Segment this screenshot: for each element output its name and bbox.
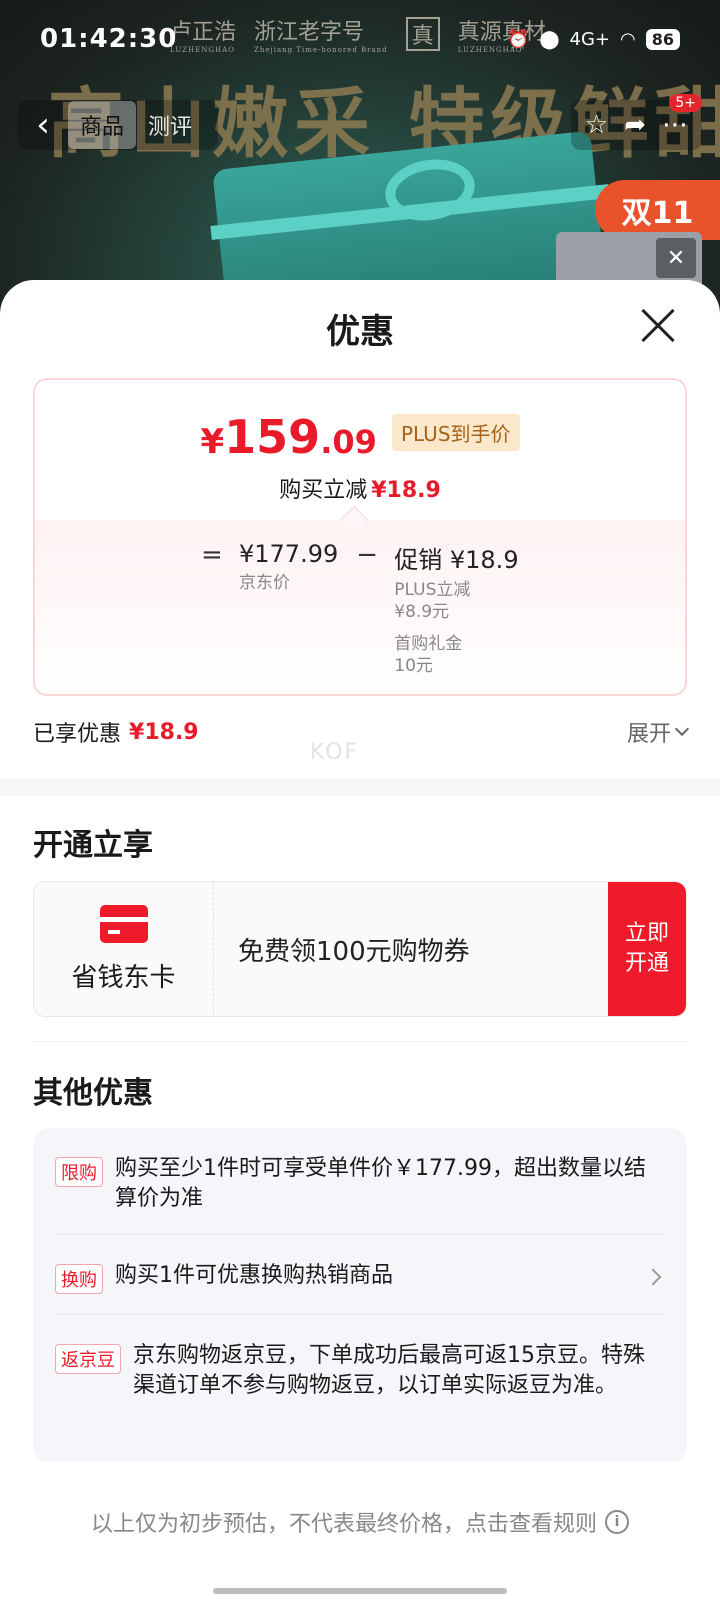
plus-price-tag: PLUS到手价 xyxy=(391,414,520,451)
list-item: 返京豆 京东购物返京豆，下单成功后最高可返15京豆。特殊渠道订单不参与购物返豆，… xyxy=(55,1315,665,1421)
more-icon[interactable]: ⋯ xyxy=(662,110,688,140)
card-offer-text: 免费领100元购物券 xyxy=(238,936,470,967)
membership-offer-card[interactable]: 省钱东卡 免费领100元购物券 立即开通 xyxy=(33,881,687,1017)
tab-product[interactable]: 商品 xyxy=(68,101,137,149)
signal-icon: 4G+ xyxy=(569,28,611,50)
price-card: ¥ 159 .09 PLUS到手价 购买立减 ¥18.9 = ¥177.99 京东… xyxy=(33,378,687,696)
home-indicator[interactable] xyxy=(213,1588,507,1594)
promo-amount: 促销 ¥18.9 xyxy=(394,546,519,574)
equals-sign: = xyxy=(201,540,223,570)
watermark: KOF xyxy=(310,740,360,765)
promo-item: 首购礼金 10元 xyxy=(394,634,463,676)
promo-column: 促销 ¥18.9 PLUS立减 ¥8.9元 首购礼金 10元 xyxy=(394,540,518,677)
status-icons: ⏰ ⬤ 4G+ ◠ 86 xyxy=(506,28,680,50)
card-icon xyxy=(99,904,148,943)
offer-text: 购买1件可优惠换购热销商品 xyxy=(115,1263,393,1288)
tab-review[interactable]: 测评 xyxy=(136,101,204,149)
jd-price: ¥177.99 xyxy=(239,540,339,568)
discount-sheet: 优惠 ¥ 159 .09 PLUS到手价 购买立减 ¥18.9 = ¥177.99 xyxy=(0,280,720,1600)
other-offers-list: 限购 购买至少1件时可享受单件价￥177.99，超出数量以结算价为准 换购 购买… xyxy=(33,1128,687,1462)
final-price: ¥ 159 .09 xyxy=(200,410,377,464)
nav-tabs: 商品 测评 xyxy=(68,100,219,150)
instant-discount: 购买立减 ¥18.9 xyxy=(279,478,441,503)
divider-line xyxy=(33,1041,687,1042)
status-time: 01:42:30 xyxy=(40,24,178,54)
share-icon[interactable]: ➦ xyxy=(624,110,646,140)
enjoyed-value: ¥18.9 xyxy=(129,719,199,745)
expand-button[interactable]: 展开 xyxy=(627,716,690,748)
jd-price-label: 京东价 xyxy=(239,573,290,593)
close-icon[interactable] xyxy=(636,304,680,348)
offer-text: 京东购物返京豆，下单成功后最高可返15京豆。特殊渠道订单不参与购物返豆，以订单实… xyxy=(133,1343,645,1398)
price-breakdown: = ¥177.99 京东价 − 促销 ¥18.9 PLUS立减 ¥8.9元 首购… xyxy=(35,505,685,694)
open-now-button[interactable]: 立即开通 xyxy=(608,882,686,1016)
rules-link[interactable]: 以上仅为初步预估，不代表最终价格，点击查看规则 i xyxy=(0,1506,720,1538)
other-section-title: 其他优惠 xyxy=(33,1076,153,1111)
offer-tag: 限购 xyxy=(55,1157,103,1187)
location-icon: ⬤ xyxy=(539,28,560,50)
chevron-down-icon xyxy=(674,721,690,737)
chevron-right-icon[interactable] xyxy=(644,1268,662,1286)
offer-tag: 返京豆 xyxy=(55,1344,121,1374)
final-price-section: ¥ 159 .09 PLUS到手价 购买立减 ¥18.9 xyxy=(35,380,685,520)
offer-tag: 换购 xyxy=(55,1264,103,1294)
star-icon[interactable]: ☆ xyxy=(585,110,608,140)
minus-sign: − xyxy=(356,540,379,570)
promo-item: PLUS立减 ¥8.9元 xyxy=(394,580,471,622)
section-divider xyxy=(0,778,720,796)
enjoyed-discount-row: 已享优惠 ¥18.9 展开 xyxy=(33,716,690,748)
back-icon[interactable]: ‹ xyxy=(18,100,68,150)
info-icon[interactable]: i xyxy=(605,1510,629,1534)
list-item[interactable]: 换购 购买1件可优惠换购热销商品 xyxy=(55,1235,665,1315)
card-brand: 省钱东卡 xyxy=(34,882,214,1016)
breakdown-formula: = ¥177.99 京东价 − 促销 ¥18.9 PLUS立减 ¥8.9元 首购… xyxy=(201,540,519,677)
product-nav-bar: ‹ 商品 测评 ☆ ➦ ⋯ 5+ xyxy=(18,94,702,150)
battery-indicator: 86 xyxy=(645,28,680,50)
alarm-icon: ⏰ xyxy=(506,28,530,50)
close-icon[interactable]: ✕ xyxy=(656,238,696,278)
sheet-title: 优惠 xyxy=(326,311,394,352)
open-section-title: 开通立享 xyxy=(33,828,153,863)
notification-badge: 5+ xyxy=(669,94,702,112)
wifi-icon: ◠ xyxy=(620,28,636,50)
offer-text: 购买至少1件时可享受单件价￥177.99，超出数量以结算价为准 xyxy=(115,1156,646,1211)
promo-badge[interactable]: 双11 xyxy=(595,180,720,240)
status-bar: 01:42:30 ⏰ ⬤ 4G+ ◠ 86 xyxy=(0,0,720,78)
list-item: 限购 购买至少1件时可享受单件价￥177.99，超出数量以结算价为准 xyxy=(55,1128,665,1235)
card-name: 省钱东卡 xyxy=(71,962,176,993)
enjoyed-label: 已享优惠 xyxy=(33,722,122,747)
jd-price-column: ¥177.99 京东价 xyxy=(239,540,338,677)
sheet-header: 优惠 xyxy=(0,280,720,376)
